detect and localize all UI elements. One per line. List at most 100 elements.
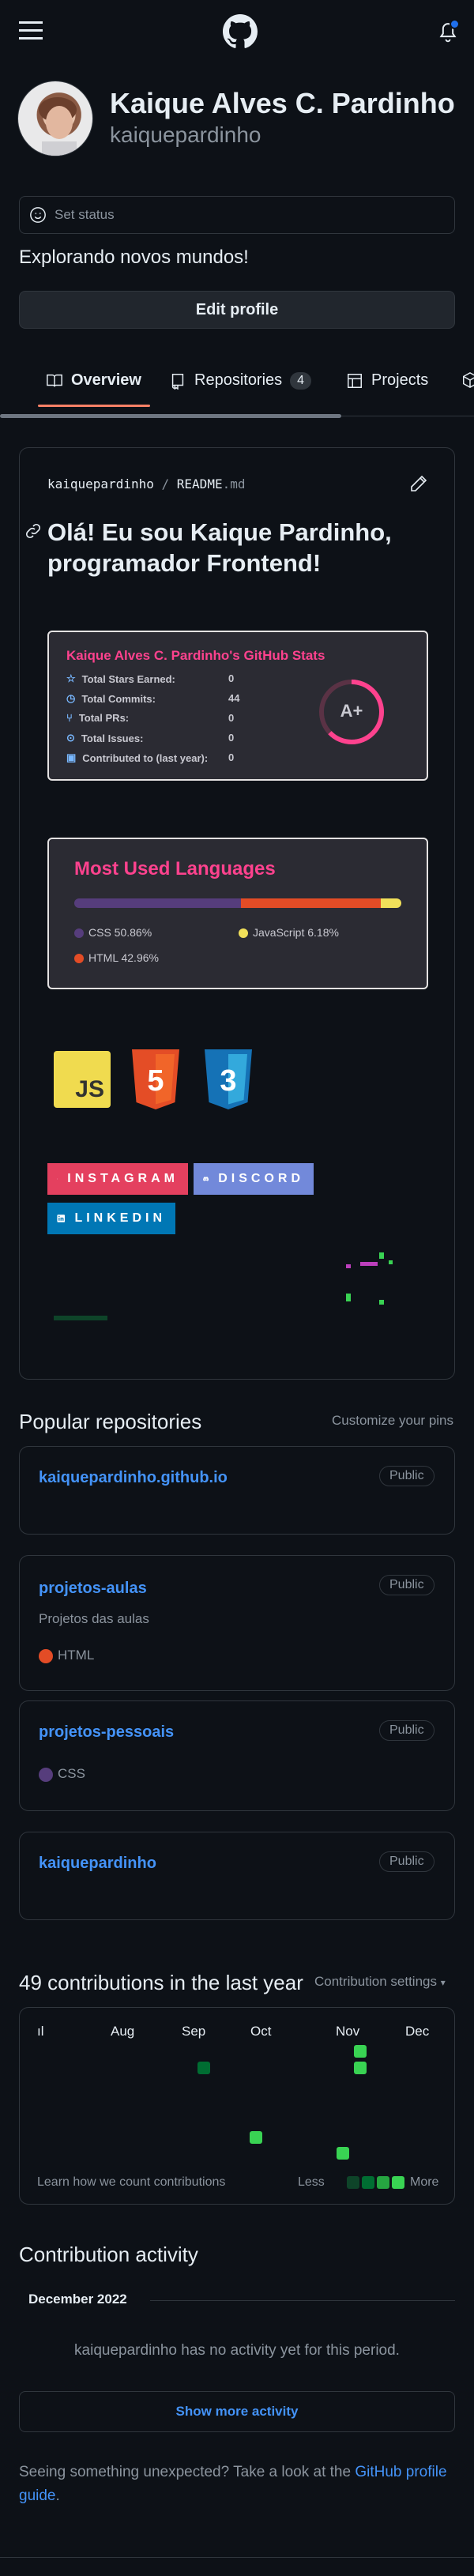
tab-active-underline <box>38 405 150 407</box>
legend-square <box>392 2176 404 2189</box>
stats-label-stars: Total Stars Earned: <box>81 672 175 685</box>
contributions-title: 49 contributions in the last year <box>19 1971 303 1994</box>
learn-contributions-link[interactable]: Learn how we count contributions <box>37 2175 225 2190</box>
javascript-icon: JS <box>54 1051 111 1108</box>
repo-icon: ▣ <box>66 751 77 763</box>
github-logo-icon <box>223 14 258 48</box>
lang-js-label: JavaScript 6.18% <box>253 926 339 939</box>
link-icon <box>25 523 41 539</box>
stats-value-contributed: 0 <box>228 751 235 763</box>
star-icon: ☆ <box>66 672 76 684</box>
month-label: Dec <box>405 2024 430 2039</box>
issue-icon: ⊙ <box>66 732 75 744</box>
repo-card: kaiquepardinho Public <box>19 1832 455 1920</box>
discord-icon <box>203 1177 209 1181</box>
activity-empty-message: kaiquepardinho has no activity yet for t… <box>74 2342 400 2359</box>
tabs-scrollbar[interactable] <box>0 414 341 418</box>
tab-projects[interactable]: Projects <box>346 371 428 390</box>
readme-path-file: README <box>176 476 223 491</box>
linkedin-icon <box>57 1215 66 1222</box>
stats-label-issues: Total Issues: <box>81 732 144 744</box>
readme-path-user[interactable]: kaiquepardinho <box>47 476 154 491</box>
month-label: ıl <box>37 2024 44 2039</box>
edit-profile-button[interactable]: Edit profile <box>19 291 455 329</box>
repo-description: Projetos das aulas <box>39 1611 149 1626</box>
edit-profile-label: Edit profile <box>195 300 279 318</box>
lang-css-label: CSS 50.86% <box>88 926 152 939</box>
contribution-day[interactable] <box>337 2147 349 2160</box>
avatar[interactable] <box>17 81 93 156</box>
caret-down-icon: ▾ <box>440 1977 446 1988</box>
visibility-badge: Public <box>379 1575 434 1595</box>
heading-anchor-link[interactable] <box>24 522 43 544</box>
github-logo[interactable] <box>223 14 258 49</box>
footer-text: Seeing something unexpected? Take a look… <box>19 2464 356 2480</box>
languages-bar-segment-css <box>74 898 241 908</box>
repo-language: CSS <box>39 1766 85 1782</box>
stats-label-prs: Total PRs: <box>78 712 130 724</box>
languages-card: Most Used Languages CSS 50.86% JavaScrip… <box>47 838 428 989</box>
discord-label: DISCORD <box>218 1172 304 1185</box>
month-label: Aug <box>111 2024 135 2039</box>
stats-row-commits: ◷ Total Commits: <box>66 692 156 705</box>
contribution-settings-label: Contribution settings <box>314 1974 437 1989</box>
activity-month: December 2022 <box>28 2292 127 2307</box>
stats-row-stars: ☆ Total Stars Earned: <box>66 672 175 685</box>
html5-icon-text: 5 <box>147 1064 164 1098</box>
tab-overview[interactable]: Overview <box>46 371 141 390</box>
history-icon: ◷ <box>66 692 76 704</box>
visibility-badge: Public <box>379 1720 434 1741</box>
show-more-activity-label: Show more activity <box>175 2404 299 2419</box>
contribution-day[interactable] <box>354 2045 367 2058</box>
stats-value-stars: 0 <box>228 672 235 684</box>
legend-square <box>347 2176 359 2189</box>
legend-square <box>377 2176 389 2189</box>
edit-readme-button[interactable] <box>409 474 430 495</box>
popular-repos-title: Popular repositories <box>19 1410 202 1433</box>
smiley-icon <box>30 207 46 223</box>
month-label: Sep <box>182 2024 206 2039</box>
readme-path-sep: / <box>161 476 170 491</box>
package-icon <box>463 371 474 389</box>
lang-item-css: CSS 50.86% <box>74 926 152 939</box>
languages-title: Most Used Languages <box>74 858 276 879</box>
pixel-art-floor <box>54 1316 107 1320</box>
contribution-settings-button[interactable]: Contribution settings ▾ <box>314 1974 446 1990</box>
rank-grade: A+ <box>340 701 363 721</box>
visibility-badge: Public <box>379 1851 434 1872</box>
notifications-button[interactable] <box>436 19 460 44</box>
readme-path-ext: .md <box>222 476 246 491</box>
repo-language: HTML <box>39 1648 94 1663</box>
menu-button[interactable] <box>19 21 44 41</box>
readme-path: kaiquepardinho / README.md <box>47 476 245 491</box>
set-status-label: Set status <box>55 207 115 222</box>
css3-icon-text: 3 <box>220 1064 236 1098</box>
stats-row-prs: ⑂ Total PRs: <box>66 712 129 724</box>
profile-name: Kaique Alves C. Pardinho <box>110 87 455 119</box>
css3-icon: 3 <box>205 1049 252 1109</box>
tab-packages[interactable] <box>461 371 474 389</box>
repo-name-link[interactable]: projetos-aulas <box>39 1580 147 1598</box>
linkedin-badge[interactable]: LINKEDIN <box>47 1203 175 1234</box>
month-label: Oct <box>250 2024 272 2039</box>
visibility-badge: Public <box>379 1466 434 1486</box>
legend-square <box>362 2176 374 2189</box>
contribution-day[interactable] <box>354 2062 367 2074</box>
repo-name-link[interactable]: kaiquepardinho <box>39 1855 156 1873</box>
show-more-activity-button[interactable]: Show more activity <box>19 2391 455 2432</box>
discord-badge[interactable]: DISCORD <box>194 1163 314 1195</box>
contribution-day[interactable] <box>250 2131 262 2144</box>
tab-repositories[interactable]: Repositories 4 <box>169 371 312 390</box>
contribution-graph: ıl Aug Sep Oct Nov Dec Learn how we coun… <box>19 2007 455 2205</box>
footer-note: Seeing something unexpected? Take a look… <box>19 2461 458 2508</box>
repo-name-link[interactable]: kaiquepardinho.github.io <box>39 1469 228 1487</box>
lang-item-html: HTML 42.96% <box>74 951 159 964</box>
repo-icon <box>171 373 184 390</box>
contribution-day[interactable] <box>198 2062 210 2074</box>
customize-pins-link[interactable]: Customize your pins <box>332 1413 453 1429</box>
tab-projects-label: Projects <box>371 371 429 389</box>
repo-name-link[interactable]: projetos-pessoais <box>39 1723 174 1742</box>
instagram-badge[interactable]: INSTAGRAM <box>47 1163 188 1195</box>
set-status-button[interactable]: Set status <box>19 196 455 234</box>
repo-card: projetos-aulas Public Projetos das aulas… <box>19 1555 455 1691</box>
